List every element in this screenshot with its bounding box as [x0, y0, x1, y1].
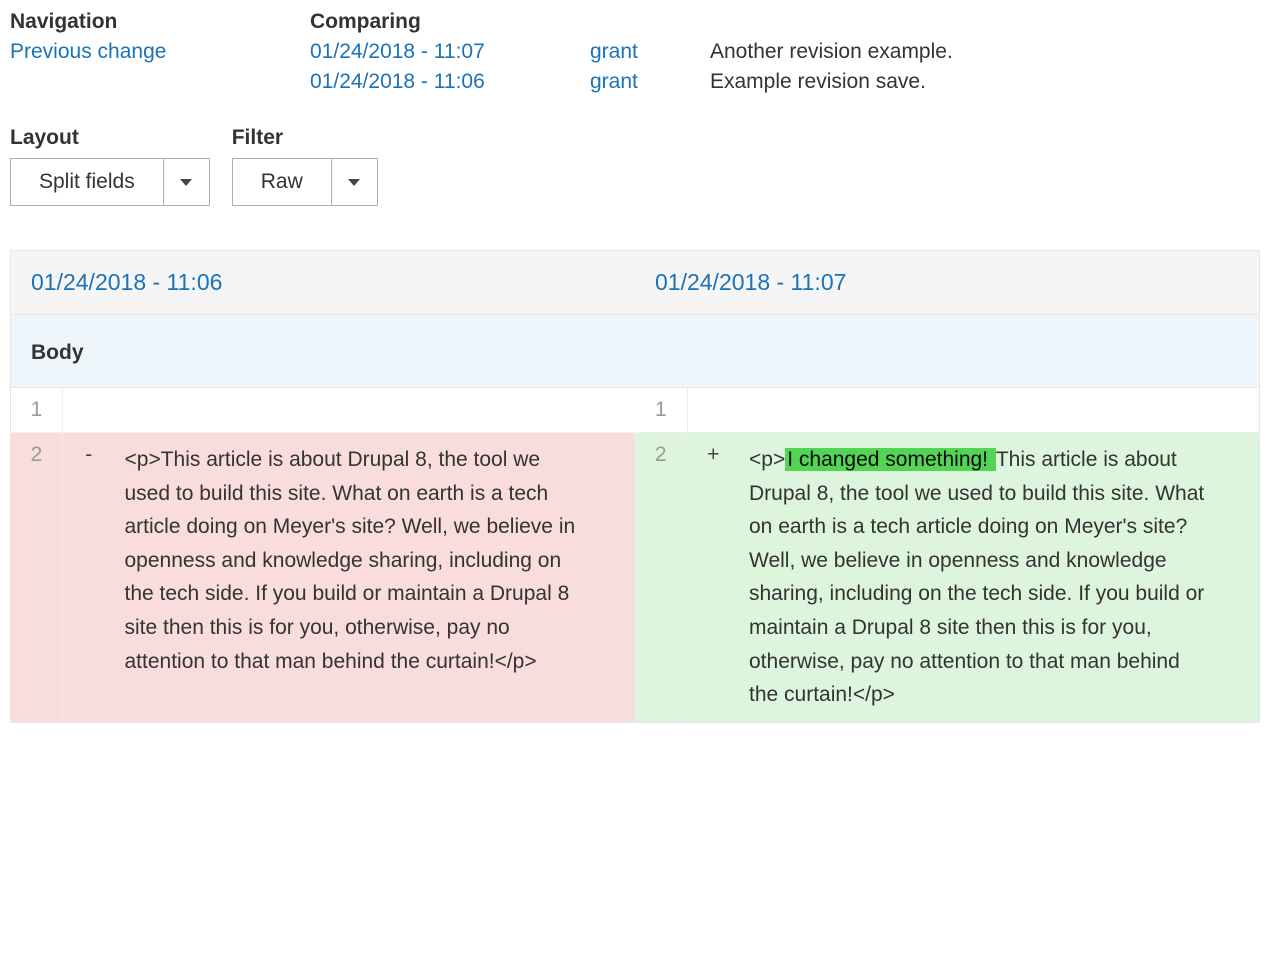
rev-old-user-link[interactable]: grant [590, 70, 710, 94]
rev-old-date-link[interactable]: 01/24/2018 - 11:06 [310, 70, 590, 94]
line-number: 1 [11, 388, 63, 433]
line-number: 1 [635, 388, 687, 433]
diff-content [115, 388, 636, 433]
rev-old-log-text: Example revision save. [710, 70, 1260, 94]
diff-text: This article is about Drupal 8, the tool… [749, 448, 1204, 706]
filter-control: Filter Raw [232, 126, 378, 206]
table-row: 2 - <p>This article is about Drupal 8, t… [11, 433, 1260, 723]
change-sign [63, 388, 115, 433]
navigation-header: Navigation [10, 10, 310, 34]
layout-control: Layout Split fields [10, 126, 210, 206]
chevron-down-icon [163, 159, 209, 205]
left-revision-header[interactable]: 01/24/2018 - 11:06 [11, 251, 636, 315]
controls-row: Layout Split fields Filter Raw [10, 126, 1260, 206]
change-sign: + [687, 433, 739, 723]
line-number: 2 [11, 433, 63, 723]
diff-text: <p> [749, 448, 785, 471]
diff-content [739, 388, 1260, 433]
diff-removed-content: <p>This article is about Drupal 8, the t… [115, 433, 636, 723]
filter-select-value: Raw [233, 159, 331, 205]
previous-change-link[interactable]: Previous change [10, 40, 310, 64]
right-revision-header[interactable]: 01/24/2018 - 11:07 [635, 251, 1260, 315]
comparing-header: Comparing [310, 10, 1260, 34]
field-label-row: Body [11, 315, 1260, 388]
diff-inserted-text: I changed something! [785, 448, 996, 471]
change-sign: - [63, 433, 115, 723]
rev-new-date-link[interactable]: 01/24/2018 - 11:07 [310, 40, 590, 64]
change-sign [687, 388, 739, 433]
layout-label: Layout [10, 126, 210, 150]
filter-label: Filter [232, 126, 378, 150]
diff-table: 01/24/2018 - 11:06 01/24/2018 - 11:07 Bo… [10, 250, 1260, 723]
field-label: Body [11, 315, 1260, 388]
chevron-down-icon [331, 159, 377, 205]
layout-select-value: Split fields [11, 159, 163, 205]
line-number: 2 [635, 433, 687, 723]
layout-select[interactable]: Split fields [10, 158, 210, 206]
table-row: 1 1 [11, 388, 1260, 433]
diff-header-row: 01/24/2018 - 11:06 01/24/2018 - 11:07 [11, 251, 1260, 315]
revision-info-grid: Navigation Comparing Previous change 01/… [10, 10, 1260, 94]
filter-select[interactable]: Raw [232, 158, 378, 206]
rev-new-user-link[interactable]: grant [590, 40, 710, 64]
diff-added-content: <p>I changed something! This article is … [739, 433, 1260, 723]
rev-new-log-text: Another revision example. [710, 40, 1260, 64]
